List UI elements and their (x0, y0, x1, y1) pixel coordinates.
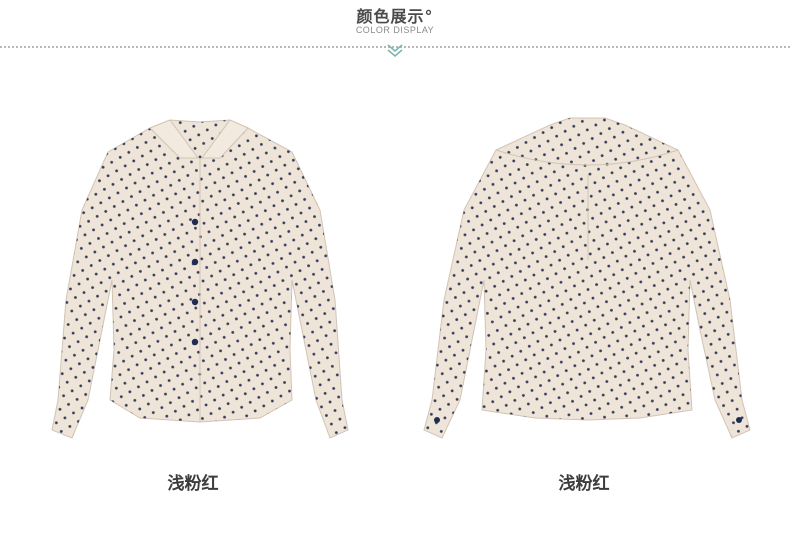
caption-back-color: 浅粉红 (558, 474, 610, 494)
shirt-back-image (423, 117, 751, 439)
shirt-front-image (51, 119, 349, 439)
chevron-down-icon (387, 44, 403, 58)
section-header: 颜色展示° COLOR DISPLAY (0, 0, 790, 60)
caption-front-color: 浅粉红 (167, 474, 219, 494)
section-title: 颜色展示° (356, 7, 434, 26)
shirt-back-body (423, 117, 751, 439)
section-subtitle: COLOR DISPLAY (355, 25, 435, 35)
shirt-front-body (51, 119, 349, 439)
